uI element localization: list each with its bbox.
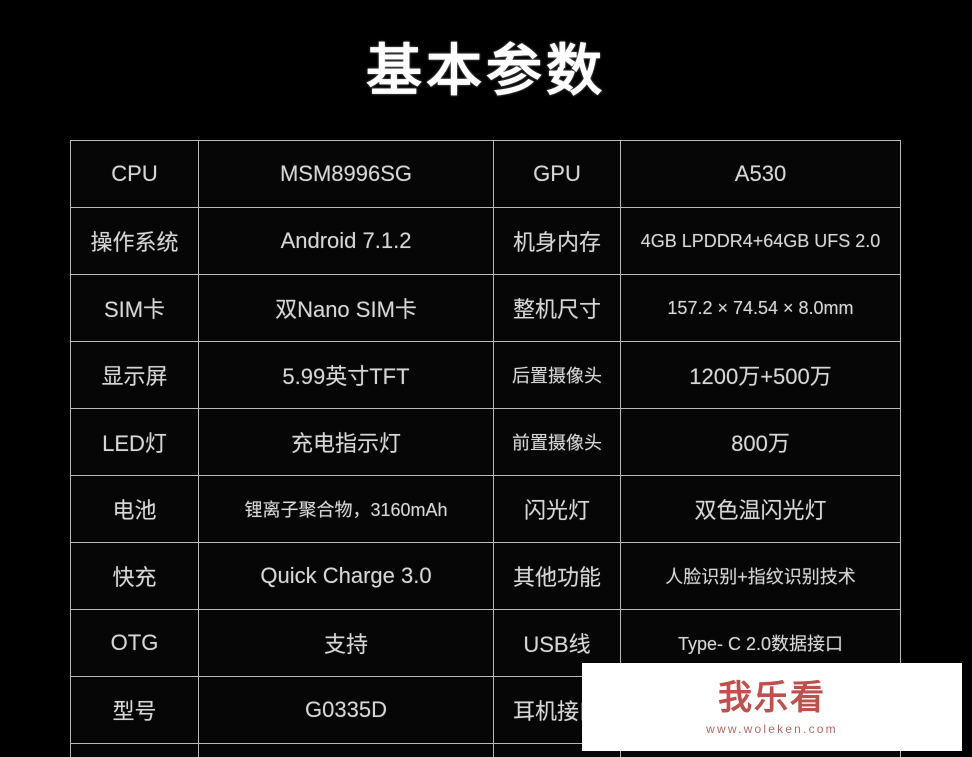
spec-label: 操作系统 xyxy=(70,207,199,275)
spec-value: MSM8996SG xyxy=(198,140,494,208)
spec-label: 电池 xyxy=(70,475,199,543)
spec-value: 支持 xyxy=(198,609,494,677)
page-title: 基本参数 xyxy=(366,39,606,104)
spec-value: 双色温闪光灯 xyxy=(620,475,901,543)
spec-value: 双Nano SIM卡 xyxy=(198,274,494,342)
table-row: SIM卡 双Nano SIM卡 整机尺寸 157.2 × 74.54 × 8.0… xyxy=(70,274,901,342)
spec-label: GPU xyxy=(493,140,621,208)
table-row: LED灯 充电指示灯 前置摄像头 800万 xyxy=(70,408,901,476)
spec-label: 型号 xyxy=(70,676,199,744)
spec-label: SIM卡 xyxy=(70,274,199,342)
spec-value: Quick Charge 3.0 xyxy=(198,542,494,610)
spec-value: 充电指示灯 xyxy=(198,408,494,476)
spec-label: CPU xyxy=(70,140,199,208)
spec-value: 5.99英寸TFT xyxy=(198,341,494,409)
spec-value: 157.2 × 74.54 × 8.0mm xyxy=(620,274,901,342)
spec-label: 快充 xyxy=(70,542,199,610)
spec-label: 整机尺寸 xyxy=(493,274,621,342)
table-row: 显示屏 5.99英寸TFT 后置摄像头 1200万+500万 xyxy=(70,341,901,409)
spec-label: OTG xyxy=(70,609,199,677)
spec-label: 其他功能 xyxy=(493,542,621,610)
spec-value: 锂离子聚合物，3160mAh xyxy=(198,475,494,543)
spec-label: 机身内存 xyxy=(493,207,621,275)
spec-value: Android 7.1.2 xyxy=(198,207,494,275)
spec-value: 1200万+500万 xyxy=(620,341,901,409)
spec-sheet-page: 基本参数 CPU MSM8996SG GPU A530 操作系统 Android… xyxy=(0,0,972,757)
spec-value: 800万 xyxy=(620,408,901,476)
spec-label: 后置摄像头 xyxy=(493,341,621,409)
spec-label: 显示屏 xyxy=(70,341,199,409)
watermark-url-text: www.woleken.com xyxy=(706,721,838,736)
spec-value xyxy=(198,743,494,757)
watermark-overlay: 我乐看 www.woleken.com xyxy=(582,663,962,751)
spec-label: LED灯 xyxy=(70,408,199,476)
spec-label: 前置摄像头 xyxy=(493,408,621,476)
spec-value: 4GB LPDDR4+64GB UFS 2.0 xyxy=(620,207,901,275)
watermark-logo-text: 我乐看 xyxy=(718,677,826,718)
table-row: CPU MSM8996SG GPU A530 xyxy=(70,140,901,208)
spec-value: 人脸识别+指纹识别技术 xyxy=(620,542,901,610)
spec-label: 闪光灯 xyxy=(493,475,621,543)
table-row: 电池 锂离子聚合物，3160mAh 闪光灯 双色温闪光灯 xyxy=(70,475,901,543)
spec-value: A530 xyxy=(620,140,901,208)
table-row: 快充 Quick Charge 3.0 其他功能 人脸识别+指纹识别技术 xyxy=(70,542,901,610)
spec-value: G0335D xyxy=(198,676,494,744)
spec-label xyxy=(70,743,199,757)
table-row: 操作系统 Android 7.1.2 机身内存 4GB LPDDR4+64GB … xyxy=(70,207,901,275)
